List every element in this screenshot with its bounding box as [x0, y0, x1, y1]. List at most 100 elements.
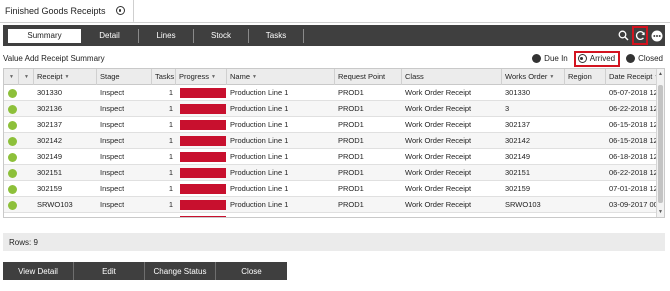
cell-region — [565, 181, 568, 197]
cell-works-order: 302149 — [505, 152, 531, 161]
status-indicator — [8, 88, 17, 98]
cell-name: Production Line 1 — [230, 104, 289, 113]
edit-button[interactable]: Edit — [74, 262, 145, 280]
cell-receipt: SRWO103 — [37, 200, 73, 209]
cell-class: Work Order Receipt — [405, 168, 472, 177]
cell-receipt: 301330 — [37, 88, 63, 97]
cell-tasks: 1 — [152, 213, 176, 217]
status-indicator — [8, 184, 17, 194]
column-header-request-point[interactable]: Request Point — [335, 69, 402, 85]
cell-receipt: 302136 — [37, 104, 63, 113]
cell-region — [565, 149, 568, 165]
more-options-icon[interactable] — [649, 25, 665, 46]
cell-stage: Inspect — [100, 152, 125, 161]
tab-divider — [0, 22, 670, 23]
cell-receipt: 302159 — [37, 184, 63, 193]
column-header-region[interactable]: Region — [565, 69, 606, 85]
tab-summary[interactable]: Summary — [8, 28, 81, 43]
column-header-tasks[interactable]: Tasks — [152, 69, 176, 85]
cell-class: Work Order Receipt — [405, 104, 472, 113]
cell-works-order: 301330 — [505, 88, 531, 97]
filter-closed[interactable]: Closed — [626, 54, 663, 63]
progress-bar — [180, 216, 226, 217]
cell-name: Production Line 1 — [230, 152, 289, 161]
table-row[interactable]: 302142 Inspect 1 Production Line 1 PROD1 Work… — [4, 133, 664, 149]
grid-scrollbar[interactable]: ▲ ▼ — [656, 69, 664, 217]
radio-unselected-icon — [532, 54, 542, 63]
tab-tasks[interactable]: Tasks — [249, 28, 304, 43]
table-row[interactable]: 302151 Inspect 1 Production Line 1 PROD1 Work… — [4, 165, 664, 181]
sort-icon: ▼ — [211, 74, 216, 80]
sort-icon: ▼ — [252, 74, 257, 80]
column-header-stage[interactable]: Stage — [97, 69, 152, 85]
cell-receipt: 302149 — [37, 152, 63, 161]
column-header-progress[interactable]: Progress ▼ — [176, 69, 227, 85]
column-header-class[interactable]: Class — [402, 69, 502, 85]
progress-bar — [180, 88, 226, 98]
column-header-name[interactable]: Name ▼ — [227, 69, 335, 85]
table-row[interactable]: SRWO103 Inspect 1 Production Line 1 PROD1 Wor… — [4, 197, 664, 213]
receipt-grid: ▼ ▼ Receipt ▼ Stage Tasks Progress ▼ Name ▼… — [3, 68, 665, 218]
progress-bar — [180, 104, 226, 114]
cell-tasks: 1 — [168, 88, 173, 97]
cell-name: Production Line 1 — [230, 136, 289, 145]
column-header-select[interactable]: ▼ — [19, 69, 34, 85]
search-icon[interactable] — [615, 25, 631, 46]
column-header-works-order[interactable]: Works Order ▼ — [502, 69, 565, 85]
table-row[interactable]: 302136 Inspect 1 Production Line 1 PROD1 Work… — [4, 101, 664, 117]
change-status-button[interactable]: Change Status — [145, 262, 216, 280]
refresh-icon[interactable] — [632, 26, 648, 45]
column-header-status[interactable]: ▼ — [4, 69, 19, 85]
column-header-receipt[interactable]: Receipt ▼ — [34, 69, 97, 85]
progress-bar — [180, 200, 226, 210]
status-indicator — [8, 104, 17, 114]
table-row[interactable]: 301330 Inspect 1 Production Line 1 PROD1 Work… — [4, 85, 664, 101]
view-detail-button[interactable]: View Detail — [3, 262, 74, 280]
cell-class: Work Order Receipt — [405, 152, 472, 161]
filter-due-in[interactable]: Due In — [532, 54, 568, 63]
scroll-up-icon[interactable]: ▲ — [658, 71, 663, 77]
sort-icon: ▼ — [549, 74, 555, 80]
cell-stage: Inspect — [97, 213, 124, 217]
status-indicator — [8, 200, 17, 210]
cell-receipt: SRWO12 — [34, 213, 69, 217]
cell-works-order: 3 — [505, 104, 510, 113]
status-indicator — [8, 168, 17, 178]
cell-class: Work Order Receipt — [402, 213, 471, 217]
cell-tasks: 1 — [168, 152, 173, 161]
grid-title: Value Add Receipt Summary — [3, 54, 105, 63]
action-bar: View Detail Edit Change Status Close — [3, 262, 287, 280]
table-row[interactable]: 302159 Inspect 1 Production Line 1 PROD1 Work… — [4, 181, 664, 197]
cell-region — [565, 101, 568, 117]
close-button[interactable]: Close — [216, 262, 287, 280]
tab-stock[interactable]: Stock — [194, 28, 249, 43]
column-header-date-receipt[interactable]: Date Receipt▼ — [606, 69, 658, 85]
page-tab-finished-goods-receipts[interactable]: Finished Goods Receipts — [0, 0, 134, 23]
table-row[interactable]: SRWO12 Inspect 1 Production Line 1 PROD1 Work… — [4, 213, 664, 217]
cell-works-order: 302142 — [505, 136, 531, 145]
tab-close-icon[interactable] — [115, 6, 125, 15]
cell-works-order: SRWO103 — [505, 200, 541, 209]
table-row[interactable]: 302137 Inspect 1 Production Line 1 PROD1 Work… — [4, 117, 664, 133]
cell-tasks: 1 — [168, 136, 173, 145]
cell-region — [565, 133, 568, 149]
cell-works-order: SRWO1 — [502, 213, 532, 217]
progress-bar — [180, 120, 226, 130]
cell-request-point: PROD1 — [338, 184, 364, 193]
tab-lines[interactable]: Lines — [139, 28, 194, 43]
cell-tasks: 1 — [168, 104, 173, 113]
cell-class: Work Order Receipt — [405, 136, 472, 145]
radio-selected-icon — [577, 54, 587, 63]
scroll-down-icon[interactable]: ▼ — [658, 209, 663, 215]
filter-label: Closed — [638, 54, 663, 63]
scroll-thumb[interactable] — [658, 85, 663, 203]
tab-detail[interactable]: Detail — [81, 28, 139, 43]
cell-class: Work Order Receipt — [405, 120, 472, 129]
cell-request-point: PROD1 — [338, 120, 364, 129]
table-row[interactable]: 302149 Inspect 1 Production Line 1 PROD1 Work… — [4, 149, 664, 165]
grid-header-row: ▼ ▼ Receipt ▼ Stage Tasks Progress ▼ Name ▼… — [4, 69, 658, 85]
filter-arrived[interactable]: Arrived — [573, 50, 621, 67]
cell-works-order: 302159 — [505, 184, 531, 193]
sort-icon: ▼ — [64, 74, 70, 80]
progress-bar — [180, 152, 226, 162]
